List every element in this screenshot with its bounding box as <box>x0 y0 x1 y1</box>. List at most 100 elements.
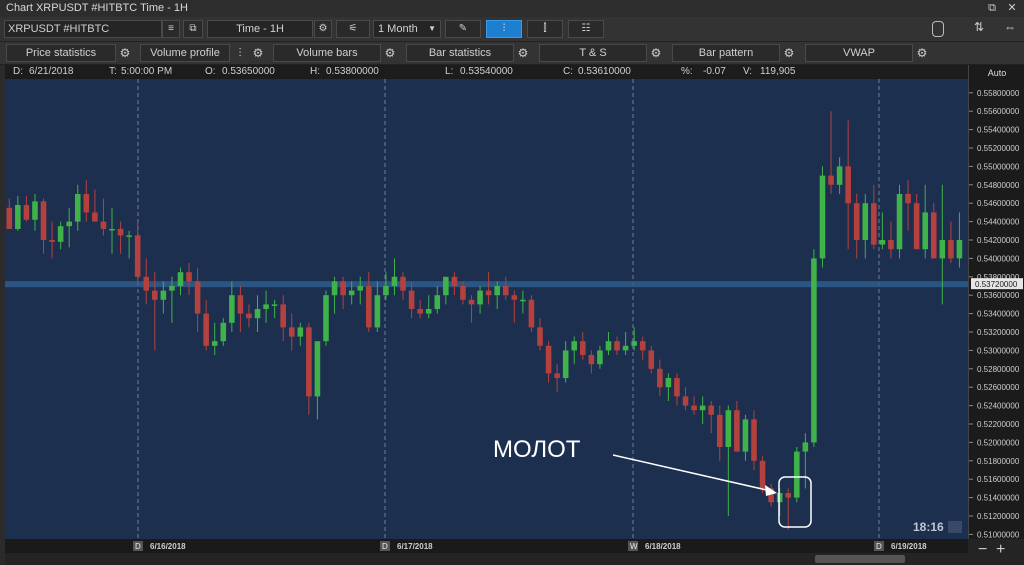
indicator-bar-statistics[interactable]: Bar statistics <box>406 44 514 62</box>
gear-icon[interactable]: ⚙ <box>914 44 930 62</box>
zoom-in-button[interactable]: + <box>996 541 1005 559</box>
candle[interactable] <box>408 290 415 309</box>
candle[interactable] <box>802 442 809 452</box>
timeframe-select[interactable]: Time - 1H <box>207 20 313 38</box>
candle[interactable] <box>759 460 766 489</box>
candle[interactable] <box>785 493 792 498</box>
indicator-volume-bars[interactable]: Volume bars <box>273 44 381 62</box>
candle[interactable] <box>109 228 115 231</box>
candle[interactable] <box>794 451 800 498</box>
gear-icon[interactable]: ⚙ <box>382 44 398 62</box>
candle[interactable] <box>494 286 500 296</box>
candle[interactable] <box>580 341 586 355</box>
candle[interactable] <box>126 235 132 237</box>
candle[interactable] <box>92 212 98 222</box>
candle[interactable] <box>614 341 620 351</box>
candle[interactable] <box>571 341 578 351</box>
candle[interactable] <box>83 194 90 213</box>
zoom-out-button[interactable]: − <box>978 541 987 559</box>
candle[interactable] <box>716 414 723 447</box>
candle[interactable] <box>520 299 526 302</box>
candle[interactable] <box>913 203 920 250</box>
candle[interactable] <box>948 240 954 259</box>
horizontal-scrollbar[interactable] <box>5 553 968 565</box>
candle[interactable] <box>682 396 689 406</box>
candle[interactable] <box>691 405 697 411</box>
candle[interactable] <box>314 341 321 397</box>
candle[interactable] <box>434 295 441 309</box>
candle[interactable] <box>323 295 329 342</box>
candle[interactable] <box>331 281 338 296</box>
candle[interactable] <box>597 350 603 365</box>
candle[interactable] <box>263 304 269 309</box>
indicator-time-and-sales[interactable]: T & S <box>539 44 647 62</box>
candle[interactable] <box>853 203 860 240</box>
candle[interactable] <box>57 226 64 242</box>
candle[interactable] <box>511 295 518 300</box>
candle[interactable] <box>443 276 449 296</box>
candle[interactable] <box>674 378 680 397</box>
candle[interactable] <box>930 212 937 259</box>
candle[interactable] <box>288 327 295 337</box>
candle[interactable] <box>862 203 869 240</box>
candle[interactable] <box>143 276 150 291</box>
link-icon[interactable]: ⧉ <box>183 20 203 38</box>
candle[interactable] <box>879 240 886 245</box>
candle[interactable] <box>622 345 629 351</box>
candle[interactable] <box>751 419 757 461</box>
candle[interactable] <box>468 299 475 305</box>
candlestick-chart[interactable]: МОЛОТ 18:16 <box>5 79 968 539</box>
candle[interactable] <box>203 313 209 346</box>
candle[interactable] <box>271 304 278 306</box>
candle[interactable] <box>220 322 227 342</box>
candle[interactable] <box>357 286 364 291</box>
symbol-field[interactable]: XRPUSDT #HITBTC <box>4 20 162 38</box>
candle[interactable] <box>828 175 834 185</box>
candle[interactable] <box>340 281 346 296</box>
candle[interactable] <box>32 201 38 220</box>
candle[interactable] <box>451 276 458 286</box>
candle[interactable] <box>485 290 492 296</box>
candle[interactable] <box>366 286 372 328</box>
candle[interactable] <box>888 240 894 250</box>
sync-icon[interactable]: ⇅ <box>974 20 984 34</box>
candle[interactable] <box>648 350 655 369</box>
strategy-icon[interactable]: ⫿ <box>527 20 563 38</box>
candle[interactable] <box>417 309 423 314</box>
candle[interactable] <box>15 205 21 229</box>
candle[interactable] <box>708 405 714 415</box>
candle[interactable] <box>280 304 286 328</box>
candle[interactable] <box>725 410 732 447</box>
candle[interactable] <box>871 203 877 245</box>
gear-icon[interactable]: ⚙ <box>515 44 531 62</box>
candle[interactable] <box>460 286 466 300</box>
list-icon[interactable]: ≡ <box>162 20 180 38</box>
indicator-price-statistics[interactable]: Price statistics <box>6 44 116 62</box>
restore-window-button[interactable]: ⧉ <box>984 1 1000 15</box>
candle[interactable] <box>383 286 389 296</box>
candle[interactable] <box>956 240 963 259</box>
candle[interactable] <box>545 345 552 374</box>
indicator-vwap[interactable]: VWAP <box>805 44 913 62</box>
candle[interactable] <box>845 166 851 204</box>
candle[interactable] <box>588 355 595 365</box>
candle[interactable] <box>400 276 406 291</box>
candle[interactable] <box>100 221 107 229</box>
candle[interactable] <box>117 228 124 236</box>
candle[interactable] <box>819 175 826 259</box>
candle[interactable] <box>40 201 47 240</box>
candle[interactable] <box>6 207 13 229</box>
chart-type-icon[interactable]: ⚟ <box>336 20 370 38</box>
candle[interactable] <box>23 205 30 220</box>
candle[interactable] <box>211 341 218 346</box>
draw-tool-icon[interactable]: ✎ <box>445 20 481 38</box>
indicator-bar-pattern[interactable]: Bar pattern <box>672 44 780 62</box>
chart-area[interactable]: МОЛОТ 18:16 <box>5 79 968 539</box>
candle[interactable] <box>477 290 483 305</box>
candle[interactable] <box>657 368 663 388</box>
candle[interactable] <box>554 373 560 378</box>
candle[interactable] <box>528 299 535 328</box>
candle[interactable] <box>734 410 740 452</box>
candle[interactable] <box>49 240 55 242</box>
scroll-thumb[interactable] <box>815 555 905 563</box>
